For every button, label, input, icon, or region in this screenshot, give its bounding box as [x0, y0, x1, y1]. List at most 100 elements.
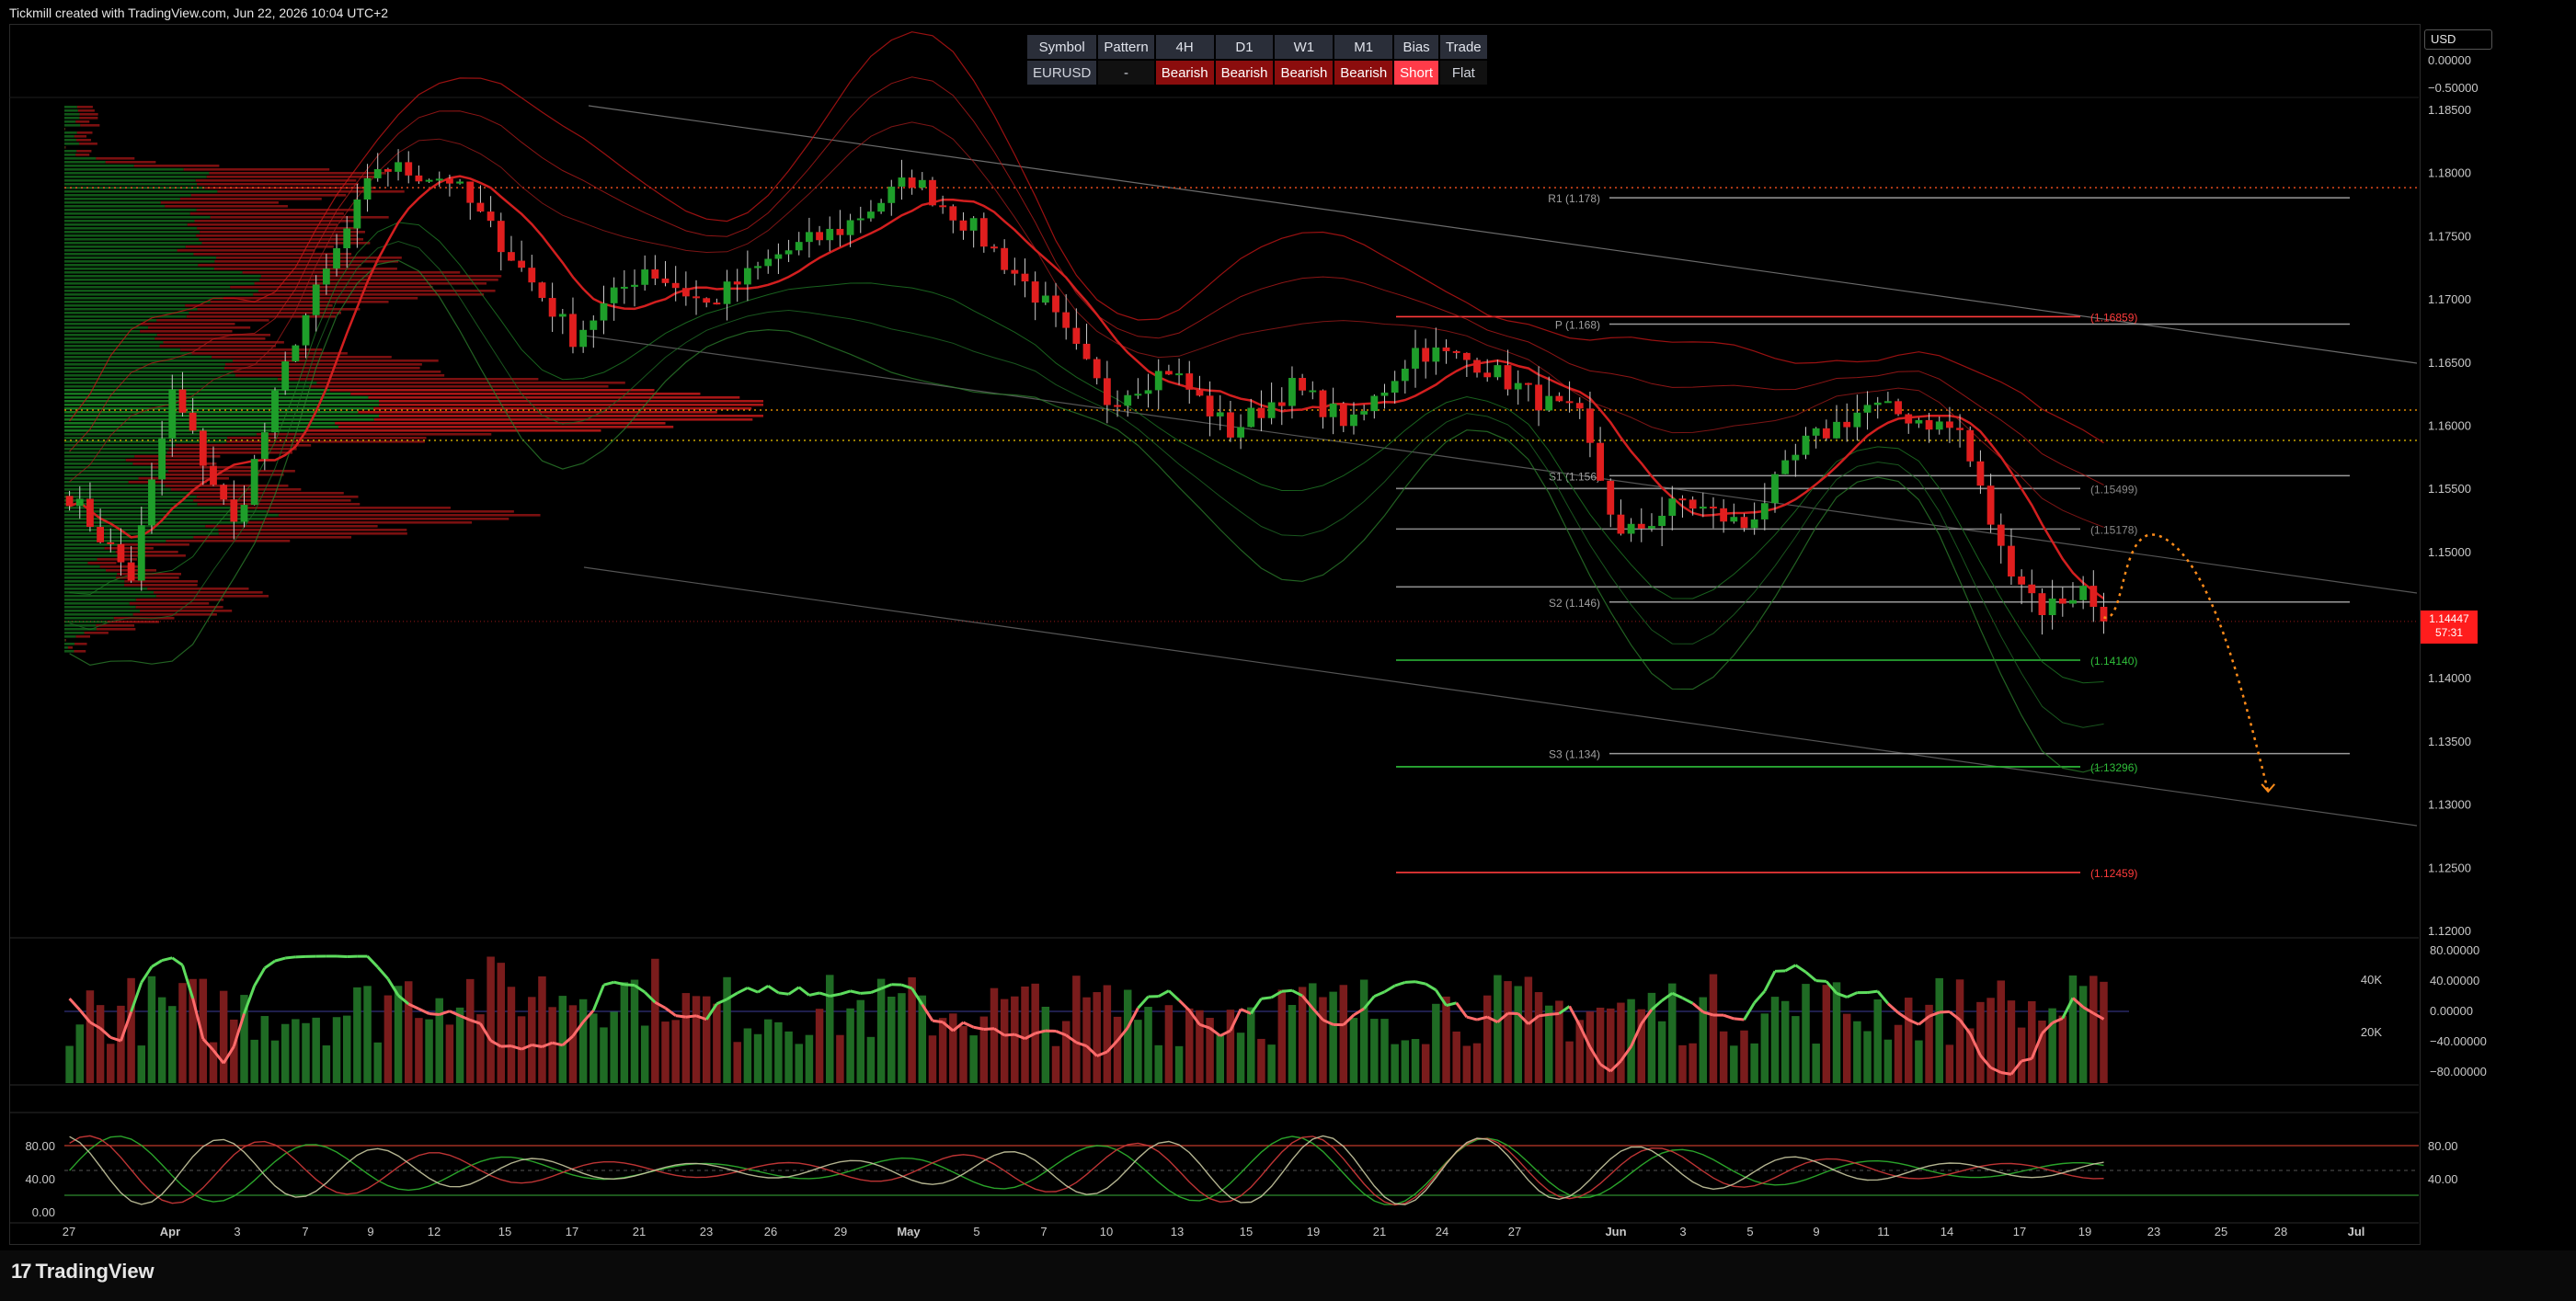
volume-profile-bar — [264, 518, 509, 520]
candle-body — [795, 242, 803, 251]
candle-body — [230, 499, 238, 522]
volume-profile-bar — [64, 109, 78, 112]
candle-body — [497, 221, 505, 253]
volume-bar — [425, 1019, 433, 1083]
oscillator-line — [1538, 1012, 1550, 1018]
candle-body — [990, 246, 998, 249]
candle-body — [703, 298, 711, 303]
candle-body — [1535, 384, 1542, 411]
volume-profile-bar — [64, 172, 210, 175]
volume-profile-bar — [209, 172, 386, 175]
candle-body — [1833, 421, 1840, 439]
volume-profile-bar — [197, 227, 360, 230]
volume-bar — [1822, 985, 1831, 1083]
pivot-label: S2 (1.146) — [1549, 597, 1600, 610]
volume-bar — [795, 1044, 803, 1083]
volume-profile-bar — [166, 451, 293, 454]
volume-profile-bar — [197, 308, 361, 311]
time-axis-label: 3 — [234, 1225, 240, 1238]
oscillator-line — [675, 1014, 687, 1019]
price-chart[interactable]: R1 (1.178) P (1.168) S1 (1.156) S2 (1.146) S… — [0, 0, 2576, 1250]
volume-profile-bar — [64, 150, 77, 153]
candle-body — [518, 260, 526, 268]
cell-pattern: - — [1096, 59, 1156, 86]
currency-button[interactable]: USD — [2424, 29, 2492, 50]
oscillator-line — [1158, 989, 1170, 998]
candle-body — [538, 282, 546, 299]
tradingview-logo[interactable]: 17 TradingView — [11, 1260, 155, 1284]
last-price: 1.14447 — [2429, 612, 2469, 625]
volume-profile-bar — [64, 253, 194, 256]
volume-profile-bar — [316, 382, 625, 384]
volume-profile-bar — [227, 437, 427, 439]
candle-body — [929, 179, 936, 206]
volume-bar — [219, 990, 228, 1083]
candle-body — [1031, 281, 1039, 303]
candle-body — [395, 162, 402, 172]
volume-profile-bar — [64, 554, 120, 557]
volume-bar — [651, 958, 659, 1083]
volume-bar — [856, 999, 865, 1083]
volume-profile-bar — [254, 282, 487, 285]
volume-profile-bar — [193, 253, 352, 256]
volume-profile-bar — [74, 643, 87, 645]
volume-bar — [538, 976, 546, 1083]
volume-profile-bar — [68, 646, 73, 649]
volume-profile-bar — [76, 150, 92, 153]
envelope-band — [69, 240, 2104, 728]
volume-bar — [826, 975, 834, 1083]
volume-profile-bar — [64, 621, 108, 623]
volume-profile-bar — [235, 374, 445, 377]
volume-profile-bar — [210, 216, 389, 219]
volume-profile-bar — [379, 400, 763, 403]
candle-body — [806, 232, 813, 243]
price-axis-label: 1.15500 — [2428, 482, 2471, 496]
volume-profile-bar — [64, 165, 134, 167]
volume-bar — [1267, 1044, 1276, 1083]
col-4h: 4H — [1153, 33, 1216, 61]
volume-bar — [415, 1018, 423, 1083]
volume-profile-bar — [191, 352, 348, 355]
volume-bar — [445, 1024, 454, 1083]
volume-profile-bar — [156, 334, 271, 337]
volume-bar — [1000, 999, 1009, 1083]
candle-body — [271, 390, 279, 433]
volume-profile-bar — [64, 477, 139, 480]
volume-profile-bar — [64, 389, 330, 392]
volume-bar — [2058, 1015, 2067, 1083]
volume-profile-bar — [133, 165, 220, 167]
volume-bar — [394, 986, 403, 1083]
candle-body — [1391, 381, 1399, 394]
volume-profile-bar — [170, 488, 302, 491]
volume-profile-bar — [64, 187, 205, 189]
candle-body — [97, 526, 105, 542]
volume-profile-bar — [64, 220, 195, 223]
volume-profile-bar — [64, 345, 160, 348]
fib-level-label: (1.16859) — [2090, 311, 2137, 324]
volume-profile-bar — [64, 139, 77, 142]
volume-bar — [1883, 1039, 1893, 1083]
volume-profile-bar — [99, 565, 143, 568]
volume-bar — [1277, 989, 1287, 1083]
volume-profile-bar — [105, 161, 156, 164]
volume-bar — [1709, 974, 1718, 1083]
candle-body — [199, 430, 207, 466]
oscillator-line — [850, 989, 862, 995]
candle-body — [1114, 405, 1121, 407]
volume-profile-bar — [64, 481, 129, 484]
volume-profile-bar — [373, 407, 752, 410]
candle-body — [353, 199, 361, 229]
candle-body — [1689, 499, 1697, 509]
volume-bar — [610, 1011, 618, 1083]
volume-profile-bar — [64, 297, 223, 300]
candle-body — [1277, 402, 1286, 406]
volume-profile-bar — [155, 337, 266, 340]
volume-profile-bar — [64, 301, 211, 303]
volume-bar — [2028, 1000, 2036, 1083]
volume-bar — [1462, 1045, 1471, 1083]
volume-bar — [1329, 991, 1337, 1083]
candle-body — [2018, 576, 2026, 585]
volume-profile-bar — [64, 334, 157, 337]
volume-profile-bar — [64, 264, 199, 267]
volume-bar — [1565, 1041, 1574, 1083]
